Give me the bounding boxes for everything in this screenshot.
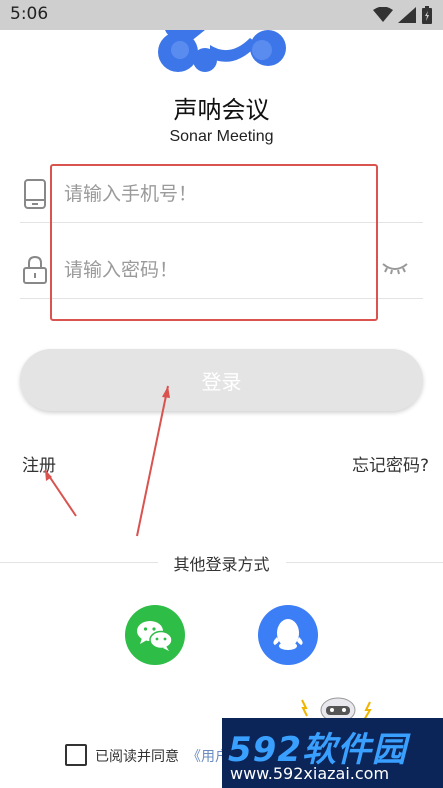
status-time: 5:06 <box>10 4 49 24</box>
watermark: 592软件园 www.592xiazai.com <box>222 718 443 788</box>
wechat-icon <box>137 621 173 651</box>
other-login-label: 其他登录方式 <box>173 555 270 574</box>
register-link[interactable]: 注册 <box>22 451 56 476</box>
password-row <box>20 241 423 299</box>
password-input[interactable] <box>64 253 364 287</box>
login-button[interactable]: 登录 <box>20 349 423 411</box>
watermark-url: www.592xiazai.com <box>230 764 390 783</box>
qq-icon <box>273 619 303 650</box>
wechat-login-button[interactable] <box>125 605 185 665</box>
lock-icon <box>22 255 48 285</box>
forgot-password-link[interactable]: 忘记密码? <box>352 451 429 476</box>
qq-login-button[interactable] <box>258 605 318 665</box>
agreement-checkbox[interactable] <box>65 744 87 766</box>
battery-charging-icon <box>421 6 433 28</box>
wifi-icon <box>372 6 393 27</box>
agreement-text: 已阅读并同意 <box>95 749 179 765</box>
phone-icon <box>22 179 48 209</box>
app-logo <box>150 30 290 75</box>
phone-input[interactable] <box>64 177 364 211</box>
phone-row <box>20 165 423 223</box>
signal-icon <box>397 7 416 27</box>
status-bar: 5:06 <box>0 0 443 30</box>
eye-closed-icon[interactable] <box>381 259 409 277</box>
app-title: 声呐会议 <box>173 96 270 124</box>
app-subtitle: Sonar Meeting <box>169 128 274 145</box>
